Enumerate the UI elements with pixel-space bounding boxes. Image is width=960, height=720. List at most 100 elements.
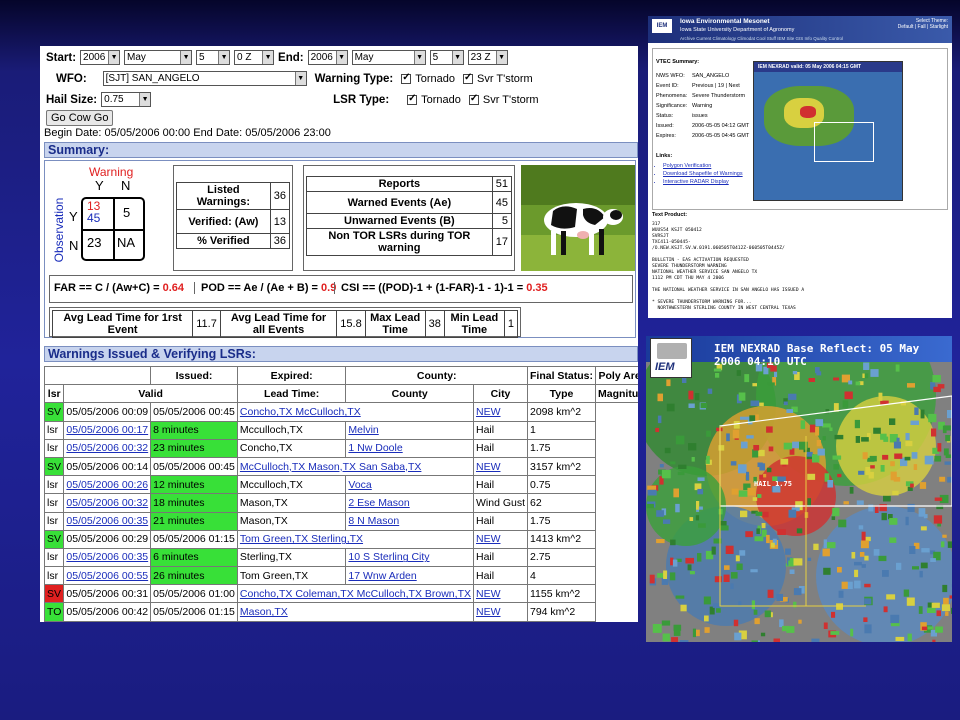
- start-year-select[interactable]: 2006 ▼: [80, 50, 121, 65]
- radar-pixel: [754, 536, 764, 542]
- warning-tornado-checkbox[interactable]: [401, 72, 412, 84]
- max-lead-label: Max Lead Time: [364, 310, 426, 338]
- radar-pixel: [752, 383, 757, 387]
- radar-pixel: [704, 615, 709, 622]
- lead-time-stats: Avg Lead Time for 1rst Event 11.7 Avg Lea…: [49, 307, 521, 338]
- city-cell-link[interactable]: 17 Wnw Arden: [348, 570, 416, 582]
- matrix-warning-label: Warning: [89, 165, 134, 179]
- lsr-tornado-checkbox[interactable]: [407, 93, 418, 105]
- city-cell-link[interactable]: 1 Nw Doole: [348, 442, 402, 454]
- status-cell-link[interactable]: NEW: [476, 588, 501, 600]
- end-year-select[interactable]: 2006 ▼: [307, 50, 348, 65]
- city-cell[interactable]: 2 Ese Mason: [345, 493, 474, 513]
- magnitude-cell: 1.75: [526, 511, 597, 531]
- contingency-matrix: Warning Y N Observation Y N 13 45 5 23 N…: [49, 165, 167, 265]
- county-cell-link[interactable]: Mason,TX: [240, 606, 288, 618]
- city-cell-link[interactable]: 10 S Sterling City: [348, 551, 429, 563]
- valid-cell-link[interactable]: 05/05/2006 00:35: [66, 515, 148, 527]
- chevron-down-icon: ▼: [335, 51, 347, 64]
- county-cell-link[interactable]: McCulloch,TX Mason,TX San Saba,TX: [240, 461, 422, 473]
- hail-size-select[interactable]: 0.75 ▼: [101, 92, 152, 107]
- county-cell-link[interactable]: Tom Green,TX Sterling,TX: [240, 533, 363, 545]
- valid-cell-link[interactable]: 05/05/2006 00:32: [66, 442, 148, 454]
- valid-cell[interactable]: 05/05/2006 00:32: [63, 493, 152, 513]
- city-cell[interactable]: Voca: [345, 475, 474, 495]
- status-cell[interactable]: NEW: [472, 602, 529, 622]
- county-cell: Mcculloch,TX: [236, 420, 347, 440]
- radar-pixel: [760, 632, 766, 637]
- end-hour-select[interactable]: 23 Z ▼: [467, 50, 508, 65]
- radar-pixel: [767, 589, 774, 598]
- theme-selector[interactable]: Select Theme: Default | Fall | Starlight: [898, 18, 948, 30]
- radar-pixel: [904, 456, 911, 461]
- county-cell[interactable]: Mason,TX: [236, 602, 474, 622]
- start-month-select[interactable]: May ▼: [124, 50, 193, 65]
- vtec-link[interactable]: Polygon Verification: [663, 163, 743, 169]
- radar-pixel: [881, 512, 887, 521]
- city-cell[interactable]: 1 Nw Doole: [345, 438, 474, 458]
- city-cell[interactable]: Melvin: [345, 420, 474, 440]
- radar-pixel: [870, 369, 879, 377]
- city-cell-link[interactable]: Melvin: [348, 424, 378, 436]
- status-cell[interactable]: NEW: [472, 402, 529, 422]
- start-hour-select[interactable]: 0 Z ▼: [234, 50, 275, 65]
- radar-pixel: [878, 555, 887, 562]
- valid-cell[interactable]: 05/05/2006 00:35: [63, 511, 152, 531]
- radar-pixel: [793, 558, 803, 566]
- valid-cell[interactable]: 05/05/2006 00:32: [63, 438, 152, 458]
- city-cell[interactable]: 10 S Sterling City: [345, 547, 474, 568]
- matrix-col-y: Y: [95, 178, 104, 193]
- status-cell[interactable]: NEW: [472, 584, 529, 604]
- valid-cell-link[interactable]: 05/05/2006 00:35: [66, 551, 148, 563]
- chevron-down-icon: ▼: [451, 51, 463, 64]
- county-cell[interactable]: McCulloch,TX Mason,TX San Saba,TX: [236, 456, 474, 477]
- status-cell-link[interactable]: NEW: [476, 533, 501, 545]
- county-cell[interactable]: Concho,TX McCulloch,TX: [236, 402, 474, 422]
- radar-pixel: [808, 378, 815, 382]
- valid-cell-link[interactable]: 05/05/2006 00:55: [66, 570, 148, 582]
- radar-pixel: [730, 583, 734, 590]
- radar-pixel: [822, 548, 830, 557]
- county-cell[interactable]: Concho,TX Coleman,TX McCulloch,TX Brown,…: [236, 584, 474, 604]
- city-cell-link[interactable]: Voca: [348, 479, 371, 491]
- valid-cell[interactable]: 05/05/2006 00:26: [63, 475, 152, 495]
- county-cell-link[interactable]: Concho,TX McCulloch,TX: [240, 406, 361, 418]
- county-cell-link[interactable]: Concho,TX Coleman,TX McCulloch,TX Brown,…: [240, 588, 471, 600]
- county-cell[interactable]: Tom Green,TX Sterling,TX: [236, 529, 474, 549]
- row-tag: SV: [43, 456, 65, 477]
- radar-pixel: [883, 436, 889, 442]
- iem-nav[interactable]: Archive Current Climatology Climodat Coo…: [680, 36, 843, 41]
- valid-cell-link[interactable]: 05/05/2006 00:32: [66, 497, 148, 509]
- valid-cell[interactable]: 05/05/2006 00:17: [63, 420, 152, 440]
- go-cow-go-button[interactable]: Go Cow Go: [46, 110, 114, 126]
- status-cell-link[interactable]: NEW: [476, 606, 501, 618]
- vtec-link[interactable]: Download Shapefile of Warnings: [663, 171, 743, 177]
- lsr-svr-checkbox[interactable]: [468, 93, 479, 105]
- city-cell[interactable]: 8 N Mason: [345, 511, 474, 531]
- city-cell-link[interactable]: 8 N Mason: [348, 515, 399, 527]
- wfo-select[interactable]: [SJT] SAN_ANGELO ▼: [102, 71, 307, 86]
- city-cell[interactable]: 17 Wnw Arden: [345, 566, 474, 586]
- vtec-link[interactable]: Interactive RADAR Display: [663, 179, 743, 185]
- radar-pixel: [677, 471, 685, 476]
- valid-cell-link[interactable]: 05/05/2006 00:17: [66, 424, 148, 436]
- vtec-field: Phenomena: Severe Thunderstorm: [656, 93, 756, 99]
- status-cell-link[interactable]: NEW: [476, 461, 501, 473]
- valid-cell-link[interactable]: 05/05/2006 00:26: [66, 479, 148, 491]
- start-day-select[interactable]: 5 ▼: [196, 50, 231, 65]
- radar-pixel: [905, 433, 910, 441]
- radar-pixel: [815, 367, 820, 374]
- radar-pixel: [833, 377, 840, 381]
- valid-cell[interactable]: 05/05/2006 00:35: [63, 547, 152, 568]
- status-cell-link[interactable]: NEW: [476, 406, 501, 418]
- links-title: Links:: [656, 153, 673, 159]
- type-cell: Hail: [472, 566, 529, 586]
- warning-svr-checkbox[interactable]: [463, 72, 474, 84]
- status-cell[interactable]: NEW: [472, 529, 529, 549]
- end-day-select[interactable]: 5 ▼: [429, 50, 464, 65]
- city-cell-link[interactable]: 2 Ese Mason: [348, 497, 409, 509]
- end-month-select[interactable]: May ▼: [351, 50, 426, 65]
- status-cell[interactable]: NEW: [472, 456, 529, 477]
- chevron-down-icon: ▼: [108, 51, 120, 64]
- valid-cell[interactable]: 05/05/2006 00:55: [63, 566, 152, 586]
